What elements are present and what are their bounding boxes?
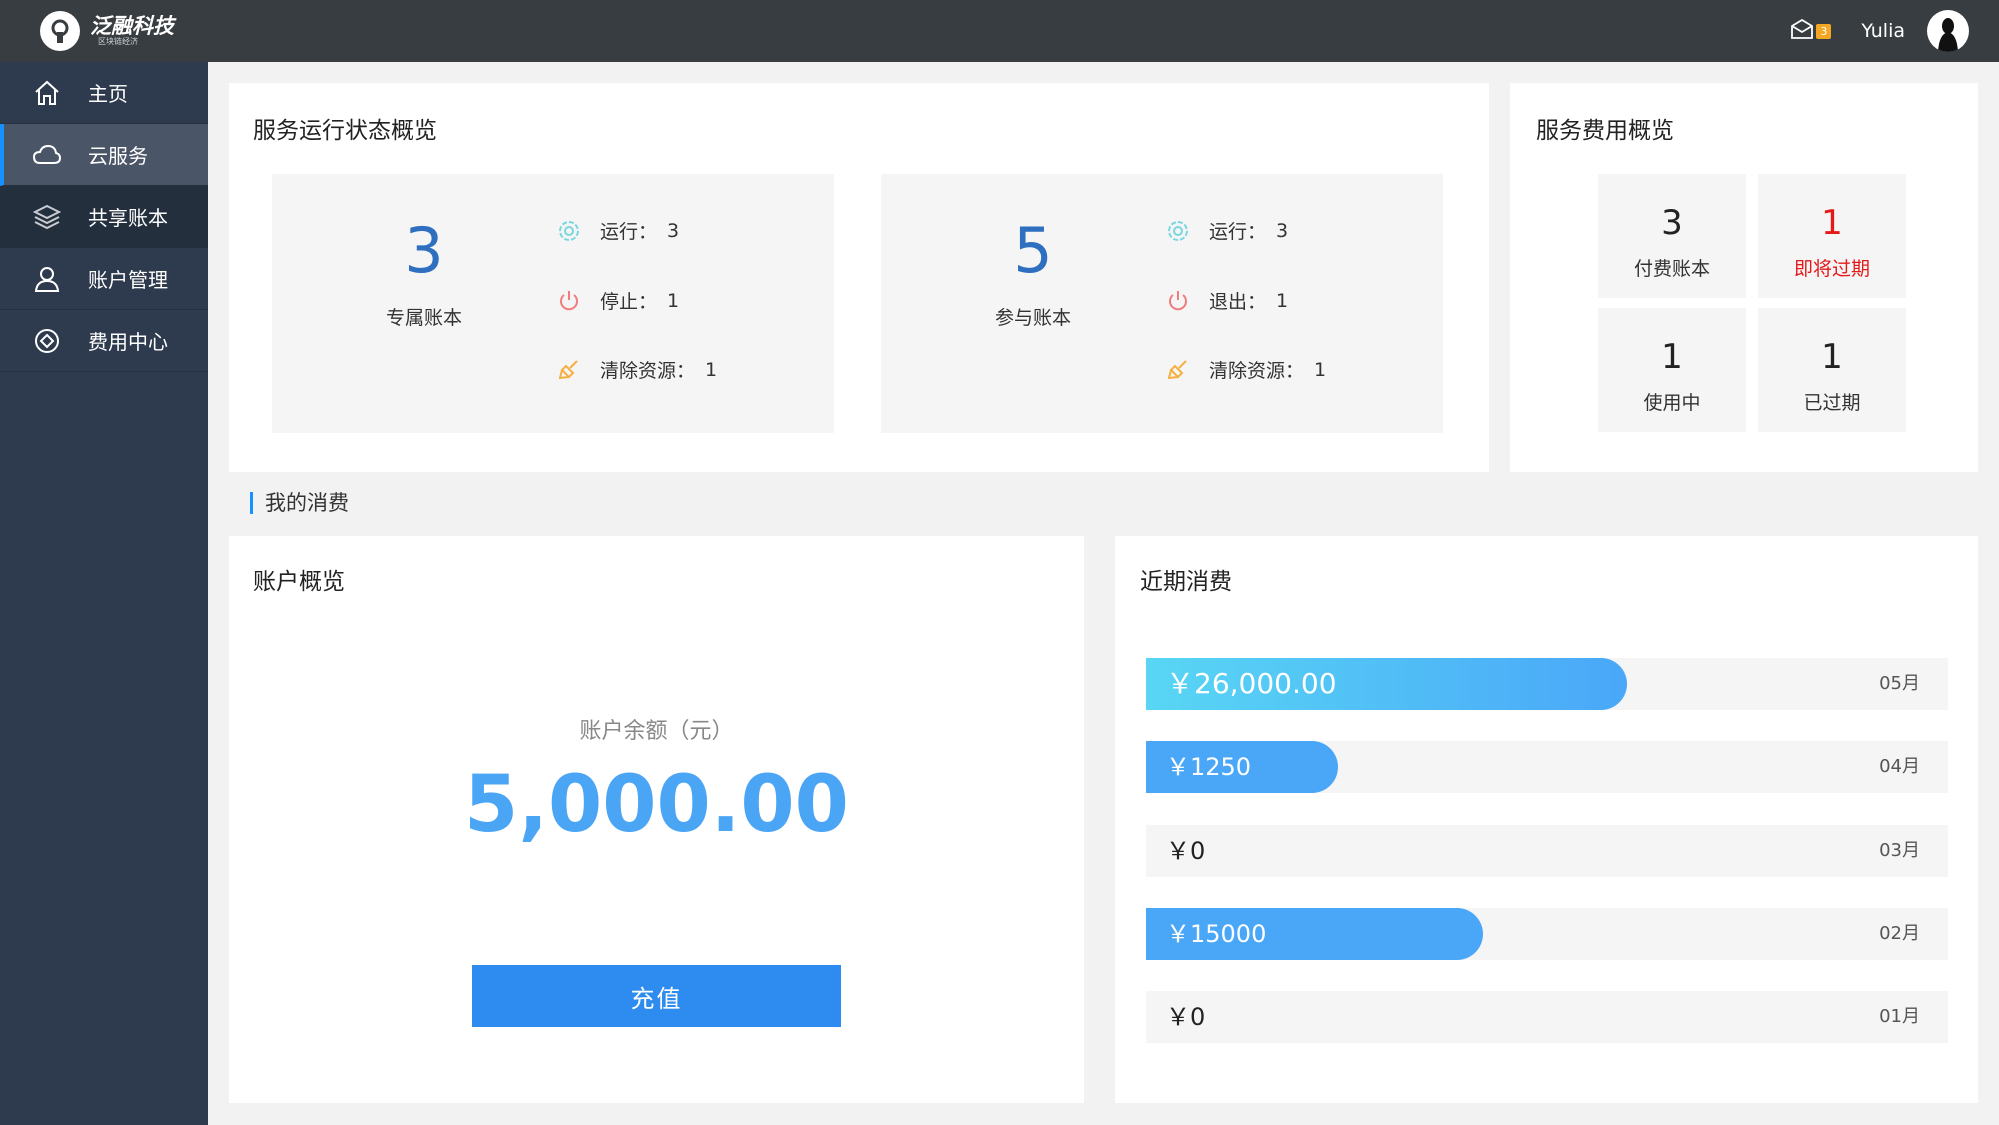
sidebar-item-label: 账户管理 <box>88 268 168 292</box>
consumption-amount: ￥0 <box>1166 1003 1206 1031</box>
consumption-month: 04月 <box>1879 756 1920 777</box>
participating-ledger-count: 5 <box>1013 214 1053 287</box>
consumption-row[interactable]: ￥26,000.00 05月 <box>1146 658 1948 710</box>
mail-icon <box>1790 18 1814 43</box>
balance-label: 账户余额（元） <box>579 719 734 744</box>
fee-overview-card: 服务费用概览 3 付费账本 1 即将过期 1 使用中 1 已过期 <box>1510 83 1978 472</box>
sidebar-item-label: 主页 <box>88 82 128 106</box>
power-icon <box>556 288 582 314</box>
dedicated-ledger-count: 3 <box>404 214 444 287</box>
participating-ledger-label: 参与账本 <box>994 307 1071 329</box>
brand-subtitle: 区块链经济 <box>98 37 138 46</box>
balance-value: 5,000.00 <box>464 760 849 850</box>
mail-button[interactable]: 3 <box>1790 18 1832 43</box>
top-bar: 泛融科技 区块链经济 3 Yulia <box>0 0 1999 62</box>
sidebar: 主页 云服务 共享账本 账户管理 费用中心 <box>0 62 208 1125</box>
layers-icon <box>32 202 62 232</box>
consumption-row[interactable]: ￥15000 02月 <box>1146 908 1948 960</box>
dedicated-ledger-box[interactable]: 3 专属账本 运行： 3 停止： 1 清除资源： 1 <box>272 174 834 433</box>
sidebar-item-label: 云服务 <box>88 144 148 168</box>
sidebar-item-cost-center[interactable]: 费用中心 <box>0 310 208 372</box>
sidebar-item-cloud-service[interactable]: 云服务 <box>0 124 208 186</box>
fee-tile-paid[interactable]: 3 付费账本 <box>1598 174 1746 298</box>
sidebar-item-home[interactable]: 主页 <box>0 62 208 124</box>
service-status-title: 服务运行状态概览 <box>253 118 437 144</box>
stopped-stat: 停止： 1 <box>556 287 679 314</box>
my-consumption-label: 我的消费 <box>250 492 349 514</box>
fee-tile-expiring[interactable]: 1 即将过期 <box>1758 174 1906 298</box>
recent-consumption-title: 近期消费 <box>1140 569 1232 595</box>
consumption-row[interactable]: ￥0 03月 <box>1146 825 1948 877</box>
cloud-icon <box>32 140 62 170</box>
consumption-amount: ￥1250 <box>1166 753 1252 781</box>
brand-name: 泛融科技 <box>90 14 174 38</box>
brand-logo[interactable]: 泛融科技 区块链经济 <box>40 0 174 62</box>
consumption-month: 01月 <box>1879 1006 1920 1027</box>
fee-tile-expired[interactable]: 1 已过期 <box>1758 308 1906 432</box>
fee-overview-title: 服务费用概览 <box>1536 118 1674 144</box>
cleared-stat: 清除资源： 1 <box>556 356 717 383</box>
cost-icon <box>32 326 62 356</box>
cleared-stat: 清除资源： 1 <box>1165 356 1326 383</box>
fee-tile-in-use[interactable]: 1 使用中 <box>1598 308 1746 432</box>
exited-stat: 退出： 1 <box>1165 287 1288 314</box>
sidebar-item-account-management[interactable]: 账户管理 <box>0 248 208 310</box>
consumption-amount: ￥15000 <box>1166 920 1267 948</box>
account-overview-title: 账户概览 <box>253 569 345 595</box>
broom-icon <box>556 357 582 383</box>
sidebar-item-shared-ledger[interactable]: 共享账本 <box>0 186 208 248</box>
sidebar-item-label: 费用中心 <box>88 330 168 354</box>
service-status-card: 服务运行状态概览 3 专属账本 运行： 3 停止： 1 清除资源： 1 5 参与… <box>229 83 1489 472</box>
logo-mark-icon <box>40 11 80 51</box>
home-icon <box>32 78 62 108</box>
running-icon <box>1165 218 1191 244</box>
avatar[interactable] <box>1927 10 1969 52</box>
broom-icon <box>1165 357 1191 383</box>
running-icon <box>556 218 582 244</box>
mail-count-badge: 3 <box>1816 23 1832 39</box>
consumption-row[interactable]: ￥1250 04月 <box>1146 741 1948 793</box>
user-icon <box>32 264 62 294</box>
participating-ledger-box[interactable]: 5 参与账本 运行： 3 退出： 1 清除资源： 1 <box>881 174 1443 433</box>
consumption-month: 05月 <box>1879 673 1920 694</box>
running-stat: 运行： 3 <box>1165 217 1288 244</box>
running-stat: 运行： 3 <box>556 217 679 244</box>
consumption-amount: ￥26,000.00 <box>1166 667 1337 700</box>
sidebar-item-label: 共享账本 <box>88 206 168 230</box>
consumption-amount: ￥0 <box>1166 837 1206 865</box>
consumption-month: 02月 <box>1879 923 1920 944</box>
dedicated-ledger-label: 专属账本 <box>385 307 462 329</box>
recharge-button[interactable]: 充值 <box>472 965 841 1027</box>
username[interactable]: Yulia <box>1861 20 1905 42</box>
power-icon <box>1165 288 1191 314</box>
consumption-month: 03月 <box>1879 840 1920 861</box>
consumption-row[interactable]: ￥0 01月 <box>1146 991 1948 1043</box>
